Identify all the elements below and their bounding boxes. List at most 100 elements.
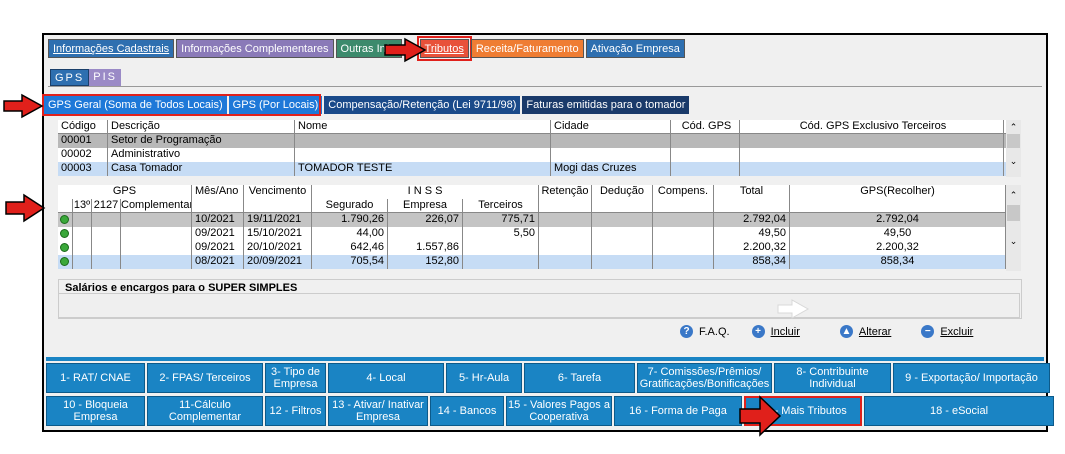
tab-receita-faturamento[interactable]: Receita/Faturamento (470, 39, 584, 58)
table-row[interactable]: 09/2021 20/10/2021 642,46 1.557,86 2.200… (58, 241, 1006, 255)
excluir-label: Excluir (940, 325, 974, 338)
table-row[interactable]: 10/2021 19/11/2021 1.790,26 226,07 775,7… (58, 213, 1006, 227)
cell: 00003 (58, 162, 108, 176)
col-segurado[interactable]: Segurado (312, 199, 388, 212)
status-ok-icon (58, 213, 73, 227)
ativar-inativar-button[interactable]: 13 - Ativar/ Inativar Empresa (328, 396, 428, 426)
col-cidade[interactable]: Cidade (551, 120, 671, 133)
col-retencao[interactable]: Retenção (539, 185, 592, 199)
tab-faturas-tomador[interactable]: Faturas emitidas para o tomador (522, 96, 690, 114)
cell: 775,71 (463, 213, 539, 227)
cell (539, 255, 592, 269)
col-2127[interactable]: 2127 (92, 199, 121, 212)
subtab-gps[interactable]: GPS (50, 69, 90, 86)
gps-table: GPS Mês/Ano Vencimento I N S S Retenção … (58, 185, 1006, 269)
col-mes-ano[interactable]: Mês/Ano (192, 185, 244, 199)
edit-icon: ▲ (839, 325, 853, 338)
col-deducao[interactable]: Dedução (592, 185, 653, 199)
col-blank (244, 199, 312, 212)
cell (92, 255, 121, 269)
chevron-up-icon[interactable]: ⌃ (1006, 120, 1021, 134)
calculo-complementar-button[interactable]: 11-Cálculo Complementar (147, 396, 263, 426)
cell (121, 213, 192, 227)
incluir-button[interactable]: + Incluir (751, 325, 800, 338)
col-spacer (58, 199, 73, 212)
tab-compensacao-retencao[interactable]: Compensação/Retenção (Lei 9711/98) (324, 96, 521, 114)
cell: 5,50 (463, 227, 539, 241)
cell: 08/2021 (192, 255, 244, 269)
faq-button[interactable]: ? F.A.Q. (680, 325, 730, 338)
bloqueia-empresa-button[interactable]: 10 - Bloqueia Empresa (46, 396, 145, 426)
gps-scrollbar[interactable]: ⌃ ⌄ (1006, 185, 1021, 271)
scroll-thumb[interactable] (1007, 205, 1020, 221)
table-row[interactable]: 00002 Administrativo (58, 148, 1006, 162)
bancos-button[interactable]: 14 - Bancos (430, 396, 504, 426)
esocial-button[interactable]: 18 - eSocial (864, 396, 1054, 426)
forma-pagamento-button[interactable]: 16 - Forma de Paga (614, 396, 742, 426)
tab-informacoes-cadastrais[interactable]: Informações Cadastrais (48, 39, 175, 58)
cell (121, 255, 192, 269)
cell: 49,50 (790, 227, 1006, 241)
incluir-label: Incluir (770, 325, 800, 338)
comissoes-button[interactable]: 7- Comissões/Prêmios/ Gratificações/Boni… (637, 363, 772, 393)
col-cod-gps-terceiros[interactable]: Cód. GPS Exclusivo Terceiros (740, 120, 1004, 133)
col-total[interactable]: Total (714, 185, 790, 199)
cell (463, 241, 539, 255)
col-compens[interactable]: Compens. (653, 185, 714, 199)
table-row[interactable]: 00001 Setor de Programação (58, 134, 1006, 148)
scroll-thumb[interactable] (1007, 134, 1020, 148)
cell: Administrativo (108, 148, 295, 162)
col-gps-recolher[interactable]: GPS(Recolher) (790, 185, 1006, 199)
status-ok-icon (58, 255, 73, 269)
cell (592, 255, 653, 269)
cooperativa-button[interactable]: 15 - Valores Pagos a Cooperativa (506, 396, 612, 426)
table-row[interactable]: 00003 Casa Tomador TOMADOR TESTE Mogi da… (58, 162, 1006, 176)
cell (551, 134, 671, 148)
table-row[interactable]: 08/2021 20/09/2021 705,54 152,80 858,34 … (58, 255, 1006, 269)
locais-scrollbar[interactable]: ⌃ ⌄ (1006, 120, 1021, 177)
table-header-group: GPS Mês/Ano Vencimento I N S S Retenção … (58, 185, 1006, 199)
col-descricao[interactable]: Descrição (108, 120, 295, 133)
col-cod-gps[interactable]: Cód. GPS (671, 120, 740, 133)
exportacao-importacao-button[interactable]: 9 - Exportação/ Importação (893, 363, 1050, 393)
tipo-empresa-button[interactable]: 3- Tipo de Empresa (265, 363, 326, 393)
col-codigo[interactable]: Código (58, 120, 108, 133)
col-terceiros[interactable]: Terceiros (463, 199, 539, 212)
chevron-up-icon[interactable]: ⌃ (1006, 185, 1021, 205)
col-vencimento[interactable]: Vencimento (244, 185, 312, 199)
table-row[interactable]: 09/2021 15/10/2021 44,00 5,50 49,50 49,5… (58, 227, 1006, 241)
col-blank (653, 199, 714, 212)
salarios-content (58, 293, 1020, 318)
cell: TOMADOR TESTE (295, 162, 551, 176)
tarefa-button[interactable]: 6- Tarefa (524, 363, 635, 393)
cell (671, 134, 740, 148)
cell: 226,07 (388, 213, 463, 227)
col-inss-group[interactable]: I N S S (312, 185, 539, 199)
contribuinte-individual-button[interactable]: 8- Contribuinte Individual (774, 363, 891, 393)
col-13[interactable]: 13º (73, 199, 92, 212)
col-gps-group[interactable]: GPS (58, 185, 192, 199)
col-blank (790, 199, 1006, 212)
col-complementar[interactable]: Complementar (121, 199, 192, 212)
tab-ativacao-empresa[interactable]: Ativação Empresa (585, 39, 685, 58)
excluir-button[interactable]: − Excluir (921, 325, 973, 338)
cell: 49,50 (714, 227, 790, 241)
cell: 20/10/2021 (244, 241, 312, 255)
cell (592, 241, 653, 255)
tab-informacoes-complementares[interactable]: Informações Complementares (176, 39, 334, 58)
alterar-label: Alterar (858, 325, 892, 338)
cell (92, 241, 121, 255)
hr-aula-button[interactable]: 5- Hr-Aula (446, 363, 522, 393)
col-nome[interactable]: Nome (295, 120, 551, 133)
chevron-down-icon[interactable]: ⌄ (1006, 221, 1021, 261)
cell: 09/2021 (192, 241, 244, 255)
col-empresa[interactable]: Empresa (388, 199, 463, 212)
local-button[interactable]: 4- Local (328, 363, 444, 393)
subtab-pis[interactable]: PIS (89, 69, 121, 86)
filtros-button[interactable]: 12 - Filtros (265, 396, 326, 426)
highlight-gps-tabs (42, 94, 321, 116)
fpas-terceiros-button[interactable]: 2- FPAS/ Terceiros (147, 363, 263, 393)
chevron-down-icon[interactable]: ⌄ (1006, 148, 1021, 174)
rat-cnae-button[interactable]: 1- RAT/ CNAE (46, 363, 145, 393)
alterar-button[interactable]: ▲ Alterar (839, 325, 892, 338)
